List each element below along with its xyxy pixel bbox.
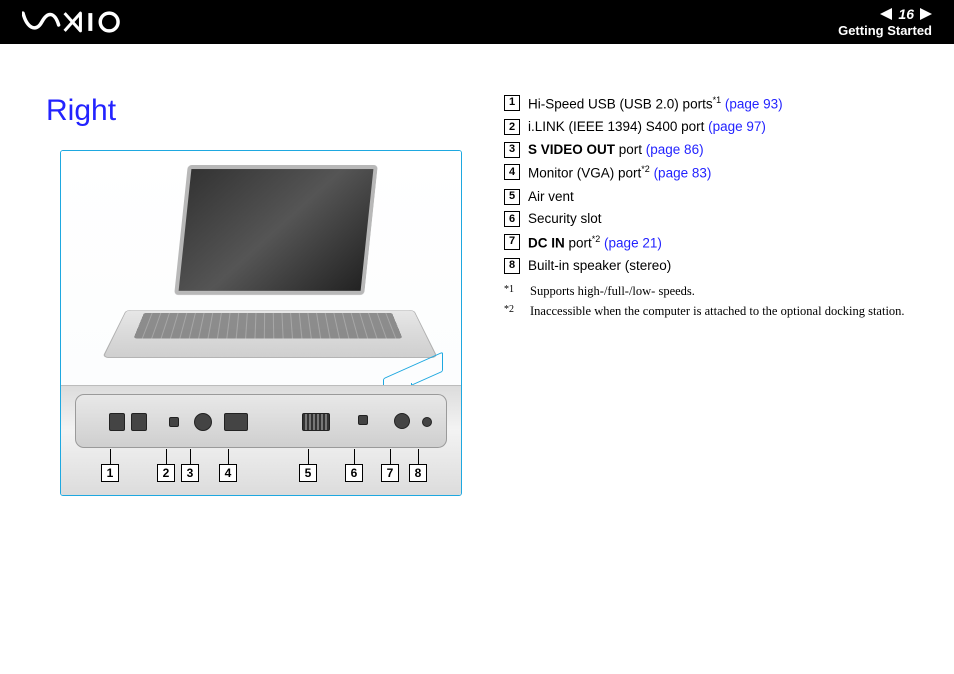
legend-row: 6 Security slot bbox=[504, 210, 922, 229]
legend-row: 1 Hi-Speed USB (USB 2.0) ports*1 (page 93… bbox=[504, 94, 922, 114]
legend-text: Air vent bbox=[528, 188, 574, 207]
footnote-text: Inaccessible when the computer is attach… bbox=[530, 304, 905, 319]
section-name: Getting Started bbox=[838, 23, 932, 38]
legend-text: Built-in speaker (stereo) bbox=[528, 257, 671, 276]
footnote-text: Supports high-/full-/low- speeds. bbox=[530, 284, 695, 299]
legend-row: 2 i.LINK (IEEE 1394) S400 port (page 97) bbox=[504, 118, 922, 137]
page-number: 16 bbox=[898, 6, 914, 22]
legend-row: 3 S VIDEO OUT port (page 86) bbox=[504, 141, 922, 160]
legend-number-box: 2 bbox=[504, 119, 520, 135]
callout-number: 6 bbox=[345, 464, 363, 482]
legend-number-box: 4 bbox=[504, 164, 520, 180]
page-title: Right bbox=[46, 94, 476, 128]
callout-number: 5 bbox=[299, 464, 317, 482]
page-link[interactable]: (page 21) bbox=[604, 235, 662, 250]
next-page-icon[interactable] bbox=[920, 8, 932, 20]
legend-row: 8 Built-in speaker (stereo) bbox=[504, 257, 922, 276]
footnotes: *1 Supports high-/full-/low- speeds. *2 Ina… bbox=[504, 284, 922, 319]
legend-number-box: 3 bbox=[504, 142, 520, 158]
legend-text: i.LINK (IEEE 1394) S400 port (page 97) bbox=[528, 118, 766, 137]
callout-number: 1 bbox=[101, 464, 119, 482]
legend-text: S VIDEO OUT port (page 86) bbox=[528, 141, 704, 160]
legend-number-box: 5 bbox=[504, 189, 520, 205]
legend-row: 7 DC IN port*2 (page 21) bbox=[504, 233, 922, 253]
page-link[interactable]: (page 86) bbox=[646, 142, 704, 157]
page-link[interactable]: (page 97) bbox=[708, 119, 766, 134]
footnote-row: *2 Inaccessible when the computer is atta… bbox=[504, 304, 922, 319]
header-bar: 16 Getting Started bbox=[0, 0, 954, 44]
legend-row: 4 Monitor (VGA) port*2 (page 83) bbox=[504, 163, 922, 183]
legend-row: 5 Air vent bbox=[504, 188, 922, 207]
callout-number: 8 bbox=[409, 464, 427, 482]
page-nav: 16 bbox=[838, 6, 932, 22]
callout-number: 7 bbox=[381, 464, 399, 482]
footnote-mark: *2 bbox=[504, 304, 520, 319]
illustration-frame: 12345678 bbox=[60, 150, 462, 496]
footnote-mark: *1 bbox=[504, 284, 520, 299]
page-link[interactable]: (page 83) bbox=[654, 166, 712, 181]
legend-text: Monitor (VGA) port*2 (page 83) bbox=[528, 163, 711, 183]
callout-number: 4 bbox=[219, 464, 237, 482]
callout-number: 3 bbox=[181, 464, 199, 482]
legend-text: Hi-Speed USB (USB 2.0) ports*1 (page 93) bbox=[528, 94, 783, 114]
legend-number-box: 6 bbox=[504, 211, 520, 227]
legend-number-box: 1 bbox=[504, 95, 520, 111]
header-right: 16 Getting Started bbox=[838, 6, 932, 38]
legend-list: 1 Hi-Speed USB (USB 2.0) ports*1 (page 93… bbox=[504, 94, 922, 276]
legend-text: Security slot bbox=[528, 210, 602, 229]
callout-number: 2 bbox=[157, 464, 175, 482]
legend-number-box: 7 bbox=[504, 234, 520, 250]
laptop-render bbox=[61, 151, 461, 385]
legend-number-box: 8 bbox=[504, 258, 520, 274]
ports-panel: 12345678 bbox=[61, 385, 461, 495]
page-link[interactable]: (page 93) bbox=[725, 97, 783, 112]
prev-page-icon[interactable] bbox=[880, 8, 892, 20]
legend-text: DC IN port*2 (page 21) bbox=[528, 233, 662, 253]
footnote-row: *1 Supports high-/full-/low- speeds. bbox=[504, 284, 922, 299]
vaio-logo bbox=[22, 11, 126, 33]
